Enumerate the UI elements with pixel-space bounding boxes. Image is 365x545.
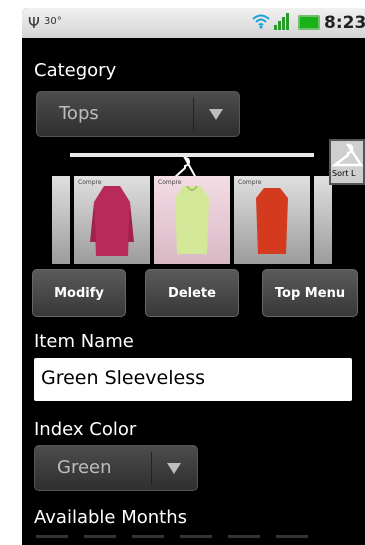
available-months-label: Available Months [34, 507, 187, 528]
delete-button[interactable]: Delete [145, 269, 239, 317]
item-name-label: Item Name [34, 331, 134, 352]
signal-icon [274, 12, 292, 30]
index-color-label: Index Color [34, 419, 137, 440]
modify-button[interactable]: Modify [32, 269, 126, 317]
hanger-icon [332, 143, 364, 167]
clock: 8:23 [324, 13, 365, 33]
months-row [36, 535, 356, 538]
chevron-down-icon [167, 463, 181, 474]
gallery-item[interactable] [314, 176, 332, 264]
wifi-icon [252, 13, 270, 33]
index-color-spinner[interactable]: Green [34, 445, 198, 491]
item-name-input[interactable]: Green Sleeveless [34, 358, 352, 401]
gallery-item[interactable] [52, 176, 70, 264]
temperature-readout: 30° [44, 16, 62, 27]
sort-button[interactable]: Sort L [329, 139, 365, 185]
clothing-gallery[interactable]: Compre Compre Compre [52, 176, 332, 264]
spinner-divider [151, 452, 152, 485]
green-sleeveless-image [175, 185, 209, 254]
pink-top-image [90, 186, 134, 256]
sort-label: Sort L [332, 169, 356, 178]
orange-top-image [256, 188, 288, 254]
status-bar: Ψ 30° 8:23 [22, 8, 365, 38]
gallery-item-selected[interactable]: Compre [154, 176, 230, 264]
category-label: Category [34, 60, 117, 81]
index-color-selected: Green [57, 457, 112, 478]
item-caption: Compre [238, 179, 262, 186]
category-spinner[interactable]: Tops [36, 91, 240, 137]
spinner-divider [193, 98, 194, 131]
chevron-down-icon [209, 109, 223, 120]
category-selected: Tops [59, 103, 99, 124]
gallery-item[interactable]: Compre [234, 176, 310, 264]
usb-icon: Ψ [28, 14, 40, 32]
phone-screen: Ψ 30° 8:23 Category Tops Compre Compre C… [22, 8, 365, 545]
top-menu-button[interactable]: Top Menu [262, 269, 358, 317]
battery-icon [298, 15, 320, 30]
gallery-item[interactable]: Compre [74, 176, 150, 264]
